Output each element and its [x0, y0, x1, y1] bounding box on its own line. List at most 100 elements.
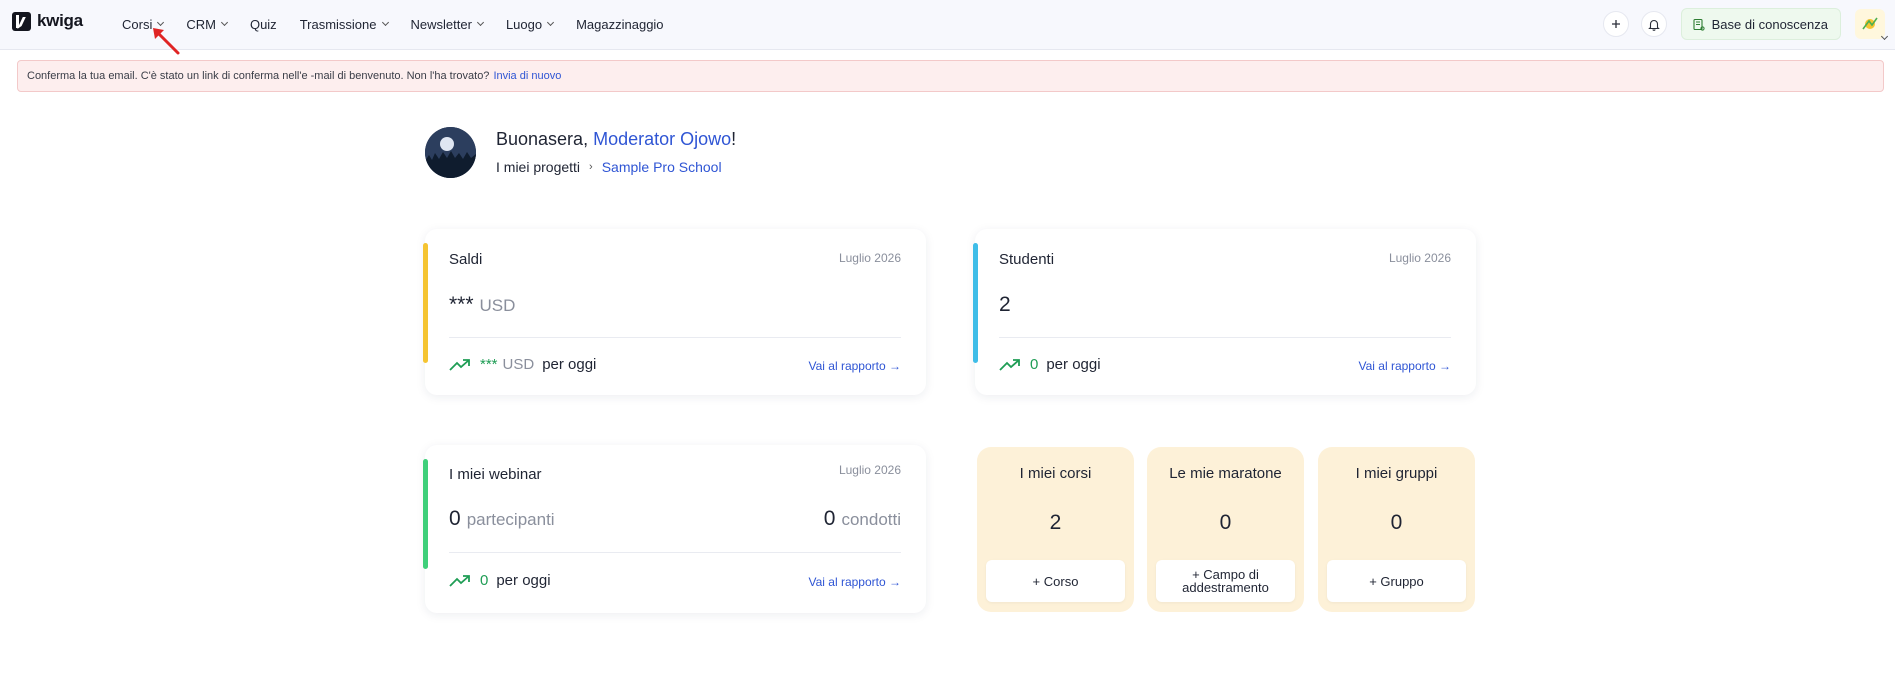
trending-up-icon — [449, 358, 470, 371]
webinars-card-date: Luglio 2026 — [838, 463, 901, 477]
add-marathon-button[interactable]: + Campo di addestramento — [1156, 560, 1295, 602]
students-today-label: per oggi — [1046, 356, 1101, 373]
sales-card-date: Luglio 2026 — [838, 251, 901, 265]
nav-item-quiz[interactable]: Quiz — [250, 17, 277, 32]
webinars-participants: 0 partecipanti — [449, 507, 555, 531]
sales-today-value: *** — [480, 356, 498, 373]
resend-link[interactable]: Invia di nuovo — [493, 70, 561, 82]
webinars-accent-bar — [423, 459, 428, 569]
chevron-down-icon — [1880, 32, 1889, 41]
webinars-today: 0 per oggi — [449, 572, 551, 589]
greeting-suffix: ! — [731, 129, 737, 149]
sales-accent-bar — [423, 243, 428, 363]
my-courses-tile: I miei corsi 2 + Corso — [977, 447, 1134, 612]
breadcrumb: I miei progetti › Sample Pro School — [496, 159, 722, 175]
divider — [449, 552, 901, 553]
nav-item-trasmissione[interactable]: Trasmissione — [299, 16, 389, 32]
sales-today-unit: USD — [502, 356, 535, 373]
user-avatar-icon — [1862, 17, 1878, 30]
chevron-down-icon — [220, 18, 228, 27]
top-bar: kwiga Corsi CRM Quiz Trasmissione Newsle… — [0, 0, 1895, 50]
tile-count: 2 — [1049, 511, 1062, 534]
my-groups-tile: I miei gruppi 0 + Gruppo — [1318, 447, 1475, 612]
greeting: Buonasera, Moderator Ojowo! — [496, 129, 736, 150]
tile-count: 0 — [1390, 511, 1403, 534]
breadcrumb-project[interactable]: Sample Pro School — [602, 159, 722, 175]
sales-card: Saldi Luglio 2026 *** USD *** USD per oggi … — [423, 229, 926, 395]
sales-card-title: Saldi — [449, 251, 483, 268]
webinars-card: I miei webinar Luglio 2026 0 partecipanti… — [423, 445, 926, 613]
nav-item-label: Trasmissione — [299, 16, 377, 32]
sales-report-link[interactable]: Vai al rapporto → — [809, 359, 902, 373]
nav-item-crm[interactable]: CRM — [186, 16, 228, 32]
held-value: 0 — [823, 507, 836, 530]
nav-item-magazzinaggio[interactable]: Magazzinaggio — [576, 17, 663, 32]
greeting-prefix: Buonasera, — [496, 129, 589, 149]
nav-item-label: CRM — [186, 16, 216, 32]
webinars-report-link[interactable]: Vai al rapporto → — [809, 575, 902, 589]
students-value: 2 — [999, 293, 1011, 316]
divider — [999, 337, 1451, 338]
bell-icon — [1647, 19, 1660, 31]
divider — [449, 337, 901, 338]
nav-item-newsletter[interactable]: Newsletter — [410, 16, 484, 32]
students-today: 0 per oggi — [999, 356, 1101, 373]
my-marathons-tile: Le mie maratone 0 + Campo di addestramen… — [1147, 447, 1304, 612]
participants-label: partecipanti — [466, 510, 555, 529]
webinars-card-title: I miei webinar — [449, 466, 542, 483]
sales-value: *** USD — [449, 293, 515, 317]
add-button[interactable] — [1602, 11, 1629, 37]
add-group-button[interactable]: + Gruppo — [1327, 560, 1466, 602]
user-menu-avatar[interactable] — [1855, 9, 1889, 41]
toolbar-right: Base di conoscenza — [1591, 8, 1889, 41]
main-nav: Corsi CRM Quiz Trasmissione Newsletter L… — [122, 0, 687, 48]
email-confirmation-banner: Conferma la tua email. C'è stato un link… — [17, 60, 1884, 92]
chevron-down-icon — [381, 18, 389, 27]
participants-value: 0 — [449, 507, 461, 530]
students-card-date: Luglio 2026 — [1388, 251, 1451, 265]
students-today-value: 0 — [1030, 356, 1039, 373]
nav-item-label: Magazzinaggio — [576, 16, 664, 32]
trending-up-icon — [999, 358, 1020, 371]
students-card: Studenti Luglio 2026 2 0 per oggi Vai al … — [973, 229, 1476, 395]
kwiga-logo-icon — [12, 11, 31, 31]
nav-item-luogo[interactable]: Luogo — [505, 16, 555, 32]
held-label: condotti — [841, 510, 901, 529]
profile-avatar[interactable] — [425, 127, 476, 178]
knowledge-base-label: Base di conoscenza — [1711, 16, 1828, 32]
sales-unit: USD — [479, 296, 516, 315]
tile-count: 0 — [1219, 511, 1232, 534]
banner-text: Conferma la tua email. C'è stato un link… — [27, 70, 490, 82]
nav-item-label: Corsi — [122, 16, 153, 32]
trending-up-icon — [449, 574, 470, 587]
nav-item-label: Luogo — [505, 16, 543, 32]
logo[interactable]: kwiga — [12, 11, 83, 31]
chevron-right-icon: › — [589, 161, 593, 173]
book-icon — [1693, 18, 1705, 31]
nav-item-label: Quiz — [249, 16, 277, 32]
sales-today: *** USD per oggi — [449, 356, 596, 373]
add-course-button[interactable]: + Corso — [986, 560, 1125, 602]
tile-title: I miei corsi — [1019, 465, 1092, 482]
webinars-held: 0 condotti — [824, 507, 901, 531]
user-name: Moderator Ojowo — [593, 129, 732, 149]
plus-icon — [1611, 20, 1620, 28]
webinars-today-label: per oggi — [496, 572, 551, 589]
app-name: kwiga — [37, 11, 83, 30]
chevron-down-icon — [476, 18, 484, 27]
sales-amount: *** — [449, 293, 474, 316]
chevron-down-icon — [547, 18, 555, 27]
annotation-arrow-icon — [153, 28, 180, 55]
tile-title: I miei gruppi — [1355, 465, 1438, 482]
moon-night-avatar-icon — [425, 127, 476, 178]
notifications-button[interactable] — [1640, 11, 1667, 37]
tile-title: Le mie maratone — [1169, 465, 1282, 482]
students-card-title: Studenti — [999, 251, 1055, 268]
sales-today-label: per oggi — [542, 356, 597, 373]
breadcrumb-root[interactable]: I miei progetti — [496, 159, 580, 175]
webinars-today-value: 0 — [480, 572, 489, 589]
students-accent-bar — [973, 243, 978, 363]
students-report-link[interactable]: Vai al rapporto → — [1359, 359, 1452, 373]
nav-item-label: Newsletter — [410, 16, 472, 32]
knowledge-base-button[interactable]: Base di conoscenza — [1680, 8, 1841, 40]
